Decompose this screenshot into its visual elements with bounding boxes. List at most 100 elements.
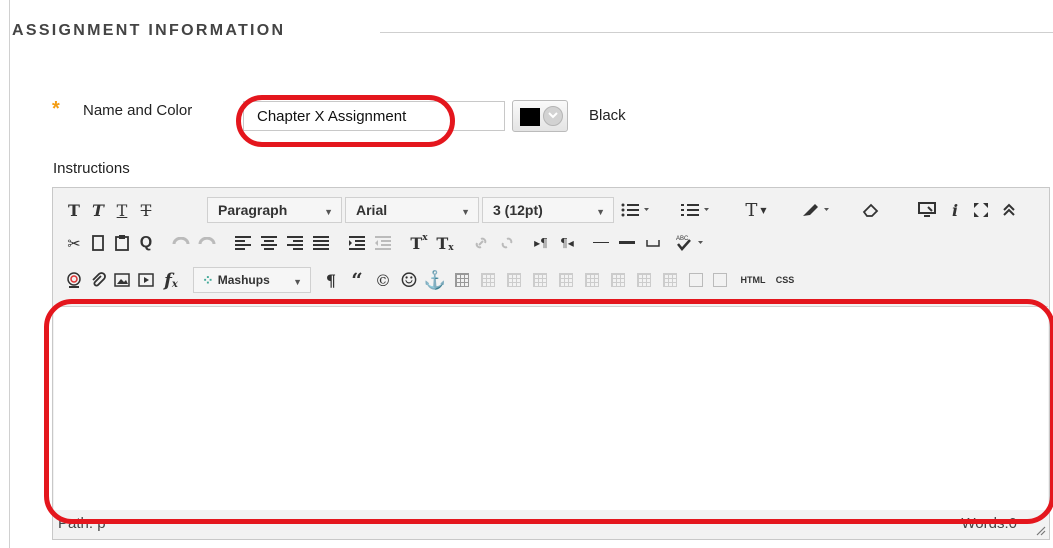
outdent-button[interactable] — [371, 230, 395, 256]
nonbreaking-space-button[interactable] — [641, 230, 665, 256]
section-divider — [380, 32, 1053, 33]
text-color-icon: T — [745, 199, 758, 221]
copy-icon — [92, 235, 104, 251]
insert-content-button[interactable] — [63, 267, 85, 293]
target-icon — [67, 272, 81, 288]
emoticon-button[interactable]: ☺ — [397, 267, 421, 293]
toolbar-row-2: ✂ Q Tx T x ▸¶ ¶◂ ABC — [59, 230, 1049, 256]
table-row-icon — [481, 273, 495, 287]
insert-row-before-button[interactable] — [529, 267, 551, 293]
fullscreen-button[interactable] — [969, 197, 993, 223]
name-color-row: * Name and Color Chapter X Assignment Bl… — [52, 96, 1042, 136]
chevron-down-icon: ▼ — [293, 277, 302, 287]
align-left-button[interactable] — [231, 230, 255, 256]
color-name-label: Black — [589, 107, 626, 124]
table-cell-icon — [507, 273, 521, 287]
bold-button[interactable]: T — [63, 197, 85, 223]
info-button[interactable]: i — [943, 197, 967, 223]
text-color-button[interactable]: T ▼ — [739, 197, 773, 223]
outdent-icon — [375, 236, 391, 250]
eraser-button[interactable] — [859, 197, 883, 223]
paste-button[interactable] — [111, 230, 133, 256]
align-right-icon — [287, 236, 303, 250]
image-icon — [114, 273, 130, 287]
name-color-label: Name and Color — [83, 102, 193, 119]
insert-table-button[interactable] — [451, 267, 473, 293]
section-title: ASSIGNMENT INFORMATION — [12, 22, 286, 39]
justify-icon — [313, 236, 329, 250]
preview-icon — [918, 202, 936, 217]
annotation-highlight-editor — [44, 299, 1053, 524]
smiley-icon: ☺ — [400, 268, 418, 292]
undo-button[interactable] — [169, 230, 193, 256]
resize-handle-icon[interactable] — [1034, 524, 1046, 536]
ltr-button[interactable]: ▸¶ — [529, 230, 553, 256]
indent-button[interactable] — [345, 230, 369, 256]
chevron-down-icon: ▼ — [596, 207, 605, 217]
cut-button[interactable]: ✂ — [63, 230, 85, 256]
justify-button[interactable] — [309, 230, 333, 256]
clipboard-icon — [115, 235, 129, 251]
fullscreen-icon — [974, 203, 988, 217]
preview-button[interactable] — [915, 197, 939, 223]
mashups-select[interactable]: ⁘ Mashups ▼ — [193, 267, 311, 293]
align-right-button[interactable] — [283, 230, 307, 256]
show-blocks-button[interactable]: ¶ — [319, 267, 343, 293]
math-button[interactable]: fx — [159, 267, 183, 293]
spellcheck-button[interactable]: ABC — [673, 230, 707, 256]
highlighter-icon — [803, 204, 829, 216]
horizontal-rule-button[interactable] — [589, 230, 613, 256]
space-icon — [646, 240, 660, 247]
horizontal-line-button[interactable] — [615, 230, 639, 256]
col-before-icon — [611, 273, 625, 287]
eraser-icon — [862, 203, 879, 217]
size-select[interactable]: 3 (12pt) ▼ — [482, 197, 614, 223]
merge-cells-button[interactable] — [709, 267, 731, 293]
unlink-button[interactable] — [495, 230, 519, 256]
format-select[interactable]: Paragraph ▼ — [207, 197, 342, 223]
bullet-list-button[interactable] — [619, 197, 653, 223]
align-center-button[interactable] — [257, 230, 281, 256]
attach-file-button[interactable] — [87, 267, 109, 293]
collapse-toolbar-button[interactable] — [997, 197, 1021, 223]
table-cell-props-button[interactable] — [503, 267, 525, 293]
blockquote-button[interactable]: “ — [345, 267, 369, 293]
html-button[interactable]: HTML — [737, 267, 769, 293]
redo-button[interactable] — [195, 230, 219, 256]
css-button[interactable]: CSS — [771, 267, 799, 293]
find-button[interactable]: Q — [135, 230, 157, 256]
row-before-icon — [533, 273, 547, 287]
rtl-button[interactable]: ¶◂ — [555, 230, 579, 256]
insert-col-after-button[interactable] — [633, 267, 655, 293]
highlight-button[interactable] — [799, 197, 833, 223]
underline-button[interactable]: T — [111, 197, 133, 223]
quote-icon: “ — [351, 268, 363, 292]
table-row-props-button[interactable] — [477, 267, 499, 293]
superscript-mark: x — [422, 233, 428, 243]
insert-media-button[interactable] — [135, 267, 157, 293]
insert-row-after-button[interactable] — [555, 267, 577, 293]
insert-col-before-button[interactable] — [607, 267, 629, 293]
svg-text:ABC: ABC — [676, 236, 689, 242]
anchor-button[interactable]: ⚓ — [423, 267, 447, 293]
numbered-list-button[interactable] — [679, 197, 713, 223]
strikethrough-button[interactable]: T — [135, 197, 157, 223]
italic-button[interactable]: T — [87, 197, 109, 223]
insert-image-button[interactable] — [111, 267, 133, 293]
delete-row-button[interactable] — [581, 267, 603, 293]
superscript-button[interactable]: Tx — [407, 230, 431, 256]
font-select[interactable]: Arial ▼ — [345, 197, 479, 223]
rtl-icon: ¶◂ — [560, 236, 574, 250]
special-character-button[interactable]: © — [371, 267, 395, 293]
color-picker-button[interactable] — [512, 100, 568, 132]
scissors-icon: ✂ — [67, 233, 81, 253]
copy-button[interactable] — [87, 230, 109, 256]
bullet-list-icon — [621, 203, 649, 217]
collapse-icon — [1003, 203, 1015, 216]
insert-link-button[interactable] — [469, 230, 493, 256]
ltr-icon: ▸¶ — [534, 236, 548, 250]
subscript-button[interactable]: Tx — [433, 230, 457, 256]
numbered-list-icon — [681, 204, 709, 216]
split-cells-button[interactable] — [685, 267, 707, 293]
delete-col-button[interactable] — [659, 267, 681, 293]
